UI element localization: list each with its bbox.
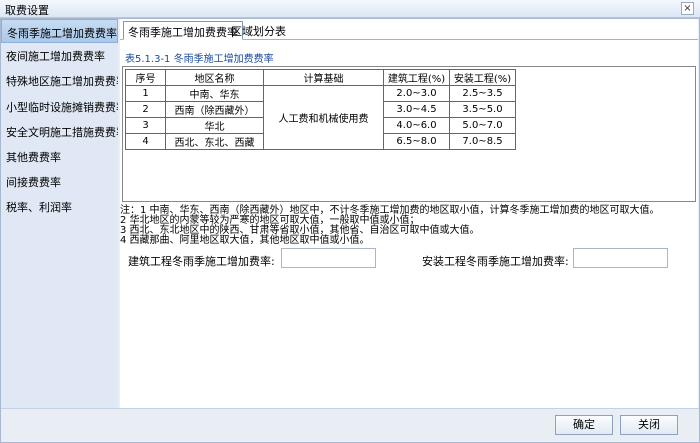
cell-region: 西北、东北、西藏: [165, 133, 264, 150]
close-button[interactable]: 关闭: [620, 415, 678, 435]
sidebar-item-other[interactable]: 其他费费率: [1, 144, 118, 168]
cell-no: 3: [125, 117, 166, 134]
notes: 注：1 中南、华东、西南（除西藏外）地区中，不计冬季施工增加费的地区取小值，计算…: [120, 206, 698, 246]
cell-install: 5.0~7.0: [449, 117, 516, 134]
rate-table-container: 序号 地区名称 计算基础 建筑工程(%) 安装工程(%) 1 中南、华东 人工费…: [122, 66, 696, 202]
cell-basis: 人工费和机械使用费: [263, 85, 384, 150]
button-bar: 确定 关闭: [1, 408, 699, 442]
table-row: 1 中南、华东 人工费和机械使用费 2.0~3.0 2.5~3.5: [125, 85, 516, 150]
cell-building: 4.0~6.0: [383, 117, 450, 134]
note-line: 4 西藏那曲、阿里地区取大值，其他地区取中值或小值。: [120, 235, 370, 246]
sidebar-item-winter-rain[interactable]: 冬雨季施工增加费费率: [1, 19, 118, 43]
header-basis: 计算基础: [263, 69, 384, 86]
sidebar-item-temp-facility[interactable]: 小型临时设施摊销费费率: [1, 94, 118, 118]
cell-region: 中南、华东: [165, 85, 264, 102]
header-region: 地区名称: [165, 69, 264, 86]
close-icon[interactable]: ×: [681, 2, 694, 15]
building-rate-input[interactable]: [281, 248, 376, 268]
cell-no: 1: [125, 85, 166, 102]
building-rate-label: 建筑工程冬雨季施工增加费率:: [128, 255, 275, 268]
window-titlebar: 取费设置 ×: [0, 0, 700, 18]
cell-region: 西南（除西藏外）: [165, 101, 264, 118]
content-panel: 冬雨季施工增加费费率 区域划分表 表5.1.3-1 冬雨季施工增加费费率 序号 …: [120, 19, 698, 408]
cell-building: 3.0~4.5: [383, 101, 450, 118]
cell-building: 6.5~8.0: [383, 133, 450, 150]
sidebar-item-tax-profit[interactable]: 税率、利润率: [1, 194, 118, 218]
cell-install: 2.5~3.5: [449, 85, 516, 102]
window-title: 取费设置: [5, 4, 49, 17]
cell-region: 华北: [165, 117, 264, 134]
ok-button[interactable]: 确定: [555, 415, 613, 435]
sidebar-item-indirect[interactable]: 间接费费率: [1, 169, 118, 193]
install-rate-label: 安装工程冬雨季施工增加费率:: [422, 255, 569, 268]
cell-building: 2.0~3.0: [383, 85, 450, 102]
table-title: 表5.1.3-1 冬雨季施工增加费费率: [125, 54, 274, 65]
cell-install: 3.5~5.0: [449, 101, 516, 118]
tab-region-table[interactable]: 区域划分表: [227, 21, 290, 40]
sidebar-item-night[interactable]: 夜间施工增加费费率: [1, 43, 118, 67]
cell-no: 2: [125, 101, 166, 118]
sidebar-item-special-region[interactable]: 特殊地区施工增加费费率: [1, 68, 118, 92]
header-building: 建筑工程(%): [383, 69, 450, 86]
tab-bar: 冬雨季施工增加费费率 区域划分表: [120, 19, 698, 40]
rate-table: 序号 地区名称 计算基础 建筑工程(%) 安装工程(%) 1 中南、华东 人工费…: [125, 69, 516, 150]
header-no: 序号: [125, 69, 166, 86]
table-header-row: 序号 地区名称 计算基础 建筑工程(%) 安装工程(%): [125, 69, 516, 86]
cell-install: 7.0~8.5: [449, 133, 516, 150]
header-install: 安装工程(%): [449, 69, 516, 86]
cell-no: 4: [125, 133, 166, 150]
tab-winter-rain-rate[interactable]: 冬雨季施工增加费费率: [123, 21, 243, 40]
install-rate-input[interactable]: [573, 248, 668, 268]
sidebar: 冬雨季施工增加费费率 夜间施工增加费费率 特殊地区施工增加费费率 小型临时设施摊…: [1, 19, 118, 408]
sidebar-item-safety[interactable]: 安全文明施工措施费费率: [1, 119, 118, 143]
